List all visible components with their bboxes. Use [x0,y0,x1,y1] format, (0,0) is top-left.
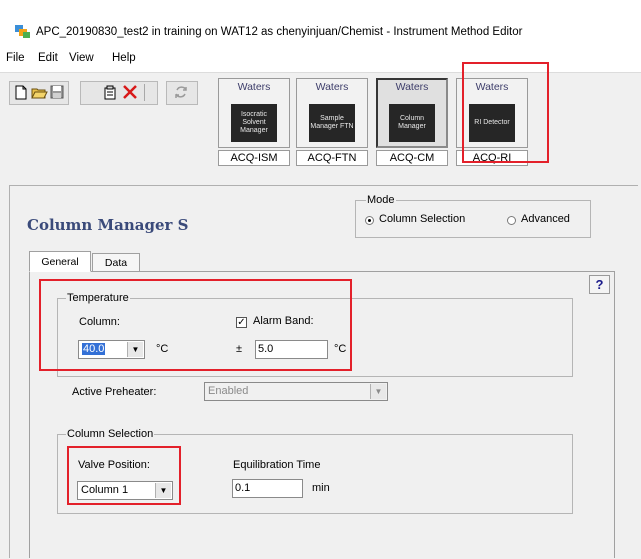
new-icon[interactable] [12,83,30,102]
column-temp-value: 40.0 [82,343,106,355]
module-acq-ism[interactable]: Waters Isocratic Solvent Manager ACQ-ISM [218,78,290,174]
alarm-band-unit: °C [334,343,347,355]
column-temp-unit: °C [156,343,169,355]
equilibration-input[interactable]: 0.1 [232,479,303,498]
chevron-down-icon: ▼ [155,483,171,498]
alarm-band-label: Alarm Band: [253,315,314,327]
column-selection-legend: Column Selection [66,428,155,440]
module-label: ACQ-CM [376,150,448,166]
module-brand: Waters [315,81,349,93]
mode-group: Mode Column Selection Advanced [355,194,591,238]
module-device: Isocratic Solvent Manager [231,104,277,142]
module-device: Column Manager [389,104,435,142]
valve-position-label: Valve Position: [78,459,150,471]
mode-legend: Mode [366,194,396,206]
chevron-down-icon: ▼ [127,342,143,357]
toolbar-separator [144,84,145,101]
module-device: RI Detector [469,104,515,142]
module-brand: Waters [395,81,429,93]
tab-general[interactable]: General [29,251,91,272]
preheater-label: Active Preheater: [72,386,157,398]
alarm-band-prefix: ± [236,343,243,355]
valve-position-value: Column 1 [81,484,129,496]
help-button[interactable]: ? [589,275,610,294]
menu-edit[interactable]: Edit [38,52,58,64]
menu-help[interactable]: Help [112,52,136,64]
advanced-label: Advanced [521,213,570,225]
module-acq-ri[interactable]: Waters RI Detector ACQ-RI [456,78,528,174]
alarm-band-checkbox[interactable]: ✓ [236,317,247,328]
file-toolbar-group [9,81,69,105]
temperature-legend: Temperature [66,292,130,304]
open-icon[interactable] [30,83,48,102]
properties-icon[interactable] [101,83,119,102]
menu-file[interactable]: File [6,52,25,64]
column-selection-group: Column Selection [57,428,573,514]
window-title: APC_20190830_test2 in training on WAT12 … [36,26,523,38]
alarm-band-input[interactable]: 5.0 [255,340,328,359]
edit-toolbar-group [80,81,158,105]
module-acq-cm[interactable]: Waters Column Manager ACQ-CM [376,78,448,174]
module-device: Sample Manager FTN [309,104,355,142]
module-label: ACQ-FTN [296,150,368,166]
module-label: ACQ-RI [456,150,528,166]
menu-view[interactable]: View [69,52,94,64]
module-brand: Waters [475,81,509,93]
equilibration-unit: min [312,482,330,494]
valve-position-select[interactable]: Column 1 ▼ [77,481,173,500]
delete-icon[interactable] [121,83,139,102]
column-temp-select[interactable]: 40.0 ▼ [78,340,145,359]
column-selection-radio[interactable] [365,216,374,225]
module-brand: Waters [237,81,271,93]
preheater-select: Enabled ▼ [204,382,388,401]
chevron-down-icon: ▼ [370,384,386,399]
refresh-icon[interactable] [172,83,190,102]
module-acq-ftn[interactable]: Waters Sample Manager FTN ACQ-FTN [296,78,368,174]
refresh-toolbar-group [166,81,198,105]
equilibration-label: Equilibration Time [233,459,321,471]
column-selection-label: Column Selection [379,213,466,225]
save-icon[interactable] [48,83,66,102]
panel-title: Column Manager S [27,216,189,234]
column-temp-label: Column: [79,316,120,328]
module-label: ACQ-ISM [218,150,290,166]
advanced-radio[interactable] [507,216,516,225]
tab-data[interactable]: Data [92,253,140,271]
preheater-value: Enabled [208,385,249,397]
app-icon [15,25,31,39]
temperature-group: Temperature [57,292,573,377]
